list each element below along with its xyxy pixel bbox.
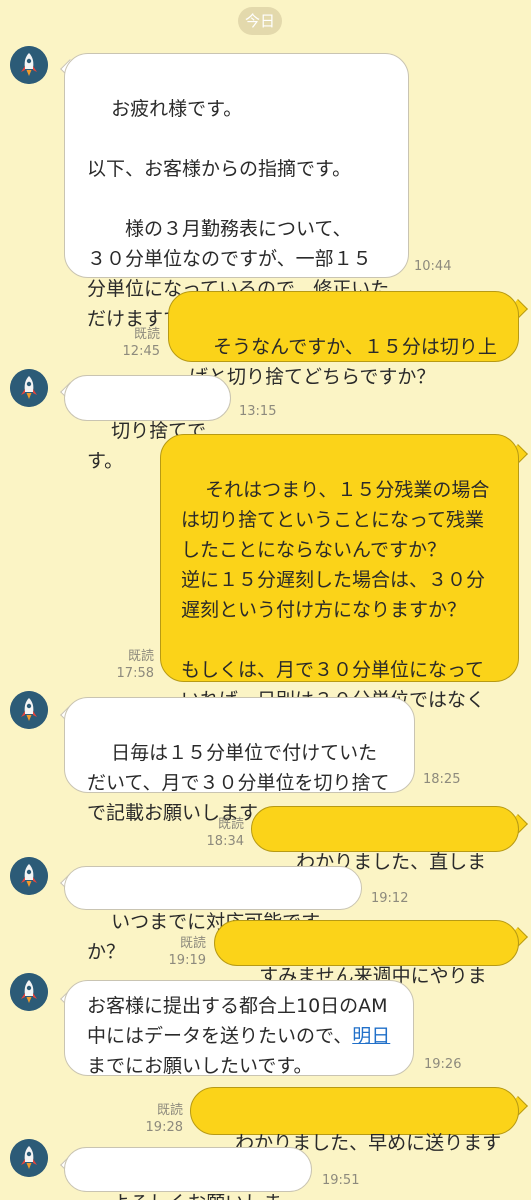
message-text: そうなんですか、１５分は切り上げと切り捨てどちらですか？ [189, 336, 497, 388]
rocket-icon[interactable] [10, 691, 48, 729]
message-text: よろしくお願いします。 [87, 1192, 282, 1200]
message-time: 19:26 [424, 1057, 462, 1072]
message-bubble-incoming[interactable]: いつまでに対応可能ですか？ [64, 866, 362, 963]
date-link[interactable]: 明日 [352, 1025, 390, 1047]
message-bubble-outgoing[interactable]: わかりました、直します [251, 806, 519, 903]
message-bubble-incoming[interactable]: お疲れ様です。 以下、お客様からの指摘です。 様の３月勤務表について、 ３０分単… [64, 53, 409, 330]
rocket-icon[interactable] [10, 369, 48, 407]
message-bubble-outgoing[interactable]: そうなんですか、１５分は切り上げと切り捨てどちらですか？ [168, 291, 519, 388]
message-text-before-link: お客様に提出する都合上10日のAM中にはデータを送りたいので、 [87, 995, 388, 1047]
message-time: 17:58 [116, 666, 154, 681]
message-bubble-outgoing[interactable]: すみません来週中にやります [214, 920, 519, 1017]
message-time: 19:51 [322, 1173, 360, 1188]
message-bubble-incoming[interactable]: お客様に提出する都合上10日のAM中にはデータを送りたいので、明日までにお願いし… [64, 980, 414, 1077]
rocket-icon[interactable] [10, 46, 48, 84]
rocket-icon[interactable] [10, 857, 48, 895]
message-bubble-incoming[interactable]: 日毎は１５分単位で付けていただいて、月で３０分単位を切り捨てで記載お願いします。 [64, 697, 415, 824]
message-time: 13:15 [239, 404, 277, 419]
read-receipt: 既読 [179, 936, 206, 951]
message-time: 19:28 [145, 1120, 183, 1135]
message-time: 18:34 [206, 834, 244, 849]
message-time: 10:44 [414, 259, 452, 274]
chat-thread[interactable]: 今日 お疲れ様です。 以下、お客様からの指摘です。 様の３月勤務表について、 ３… [0, 0, 531, 1200]
read-receipt: 既読 [133, 327, 160, 342]
message-bubble-outgoing[interactable]: わかりました、早めに送ります [190, 1087, 519, 1154]
read-receipt: 既読 [156, 1103, 183, 1118]
message-bubble-incoming[interactable]: よろしくお願いします。 [64, 1147, 312, 1200]
read-receipt: 既読 [127, 649, 154, 664]
message-time: 12:45 [122, 344, 160, 359]
message-time: 19:19 [168, 953, 206, 968]
rocket-icon[interactable] [10, 973, 48, 1011]
message-text-after-link: までにお願いしたいです。 [87, 1055, 313, 1077]
message-time: 19:12 [371, 891, 409, 906]
message-bubble-outgoing[interactable]: それはつまり、１５分残業の場合は切り捨てということになって残業したことにならない… [160, 434, 519, 741]
date-badge: 今日 [238, 7, 282, 35]
message-bubble-incoming[interactable]: 切り捨てです。 [64, 375, 231, 472]
rocket-icon[interactable] [10, 1139, 48, 1177]
read-receipt: 既読 [217, 817, 244, 832]
message-time: 18:25 [423, 772, 461, 787]
